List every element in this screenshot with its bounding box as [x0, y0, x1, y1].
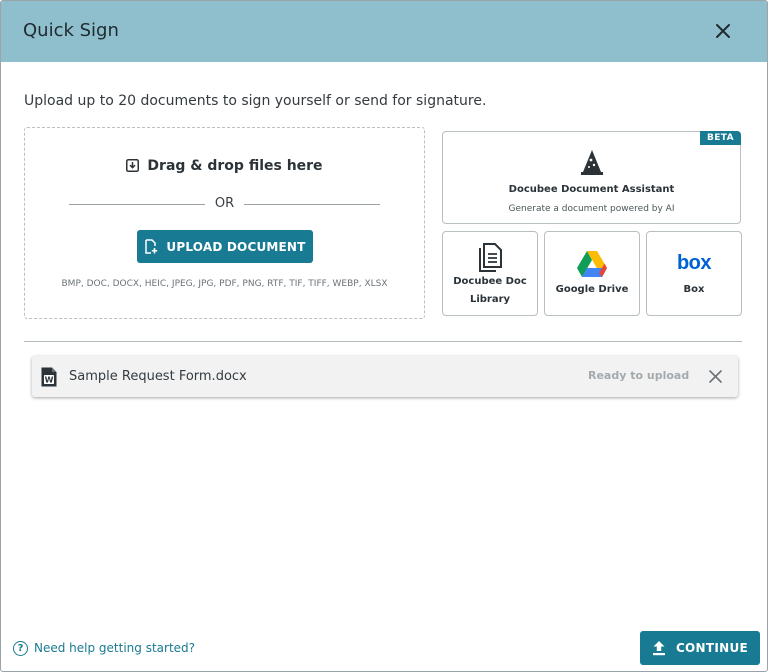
google-drive-icon: [545, 250, 639, 282]
close-icon[interactable]: [713, 21, 733, 41]
or-separator: OR: [69, 196, 380, 214]
drag-drop-text: Drag & drop files here: [147, 158, 323, 174]
help-question-icon: ?: [13, 640, 28, 656]
download-box-icon: [126, 159, 140, 176]
wizard-hat-icon: [580, 149, 604, 181]
file-name: Sample Request Form.docx: [69, 369, 247, 384]
quick-sign-dialog: Quick Sign Upload up to 20 documents to …: [0, 0, 768, 672]
upload-arrow-icon: [652, 641, 665, 656]
box-logo-icon: box: [647, 252, 741, 275]
library-label: Docubee Doc Library: [447, 273, 533, 309]
google-drive-card[interactable]: Google Drive: [544, 231, 640, 316]
docubee-document-assistant-card[interactable]: BETA Docubee Document Assistant Generate…: [442, 131, 741, 224]
help-link-text: Need help getting started?: [34, 641, 196, 655]
box-card[interactable]: box Box: [646, 231, 742, 316]
drag-drop-label: Drag & drop files here: [25, 158, 424, 176]
svg-text:W: W: [45, 376, 54, 385]
file-dropzone[interactable]: Drag & drop files here OR UPLOAD DOCUMEN…: [24, 127, 425, 319]
assistant-name: Docubee Document Assistant: [508, 184, 675, 195]
continue-button[interactable]: CONTINUE: [640, 631, 760, 665]
box-logo-text: box: [676, 252, 712, 274]
library-label-line2: Library: [469, 294, 511, 305]
dialog-header: Quick Sign: [1, 1, 767, 62]
file-add-icon: [145, 239, 158, 254]
section-divider: [24, 341, 742, 342]
upload-document-button[interactable]: UPLOAD DOCUMENT: [137, 230, 313, 263]
assistant-description: Generate a document powered by AI: [508, 204, 675, 214]
supported-formats: BMP, DOC, DOCX, HEIC, JPEG, JPG, PDF, PN…: [61, 279, 388, 289]
google-drive-label: Google Drive: [555, 284, 629, 295]
docubee-doc-library-card[interactable]: Docubee Doc Library: [442, 231, 538, 316]
dialog-subtitle: Upload up to 20 documents to sign yourse…: [24, 93, 487, 109]
help-link[interactable]: ? Need help getting started?: [13, 640, 195, 656]
word-file-icon: W: [41, 367, 57, 391]
box-label: Box: [683, 284, 705, 295]
dialog-title: Quick Sign: [23, 20, 119, 41]
upload-button-label: UPLOAD DOCUMENT: [166, 239, 306, 254]
continue-label: CONTINUE: [675, 641, 749, 655]
library-label-line1: Docubee Doc: [453, 276, 527, 287]
file-status: Ready to upload: [588, 369, 690, 382]
file-list-item: W Sample Request Form.docx Ready to uplo…: [32, 356, 738, 397]
remove-file-icon[interactable]: [708, 369, 723, 384]
beta-badge: BETA: [699, 131, 741, 145]
separator-line-right: [244, 204, 380, 205]
